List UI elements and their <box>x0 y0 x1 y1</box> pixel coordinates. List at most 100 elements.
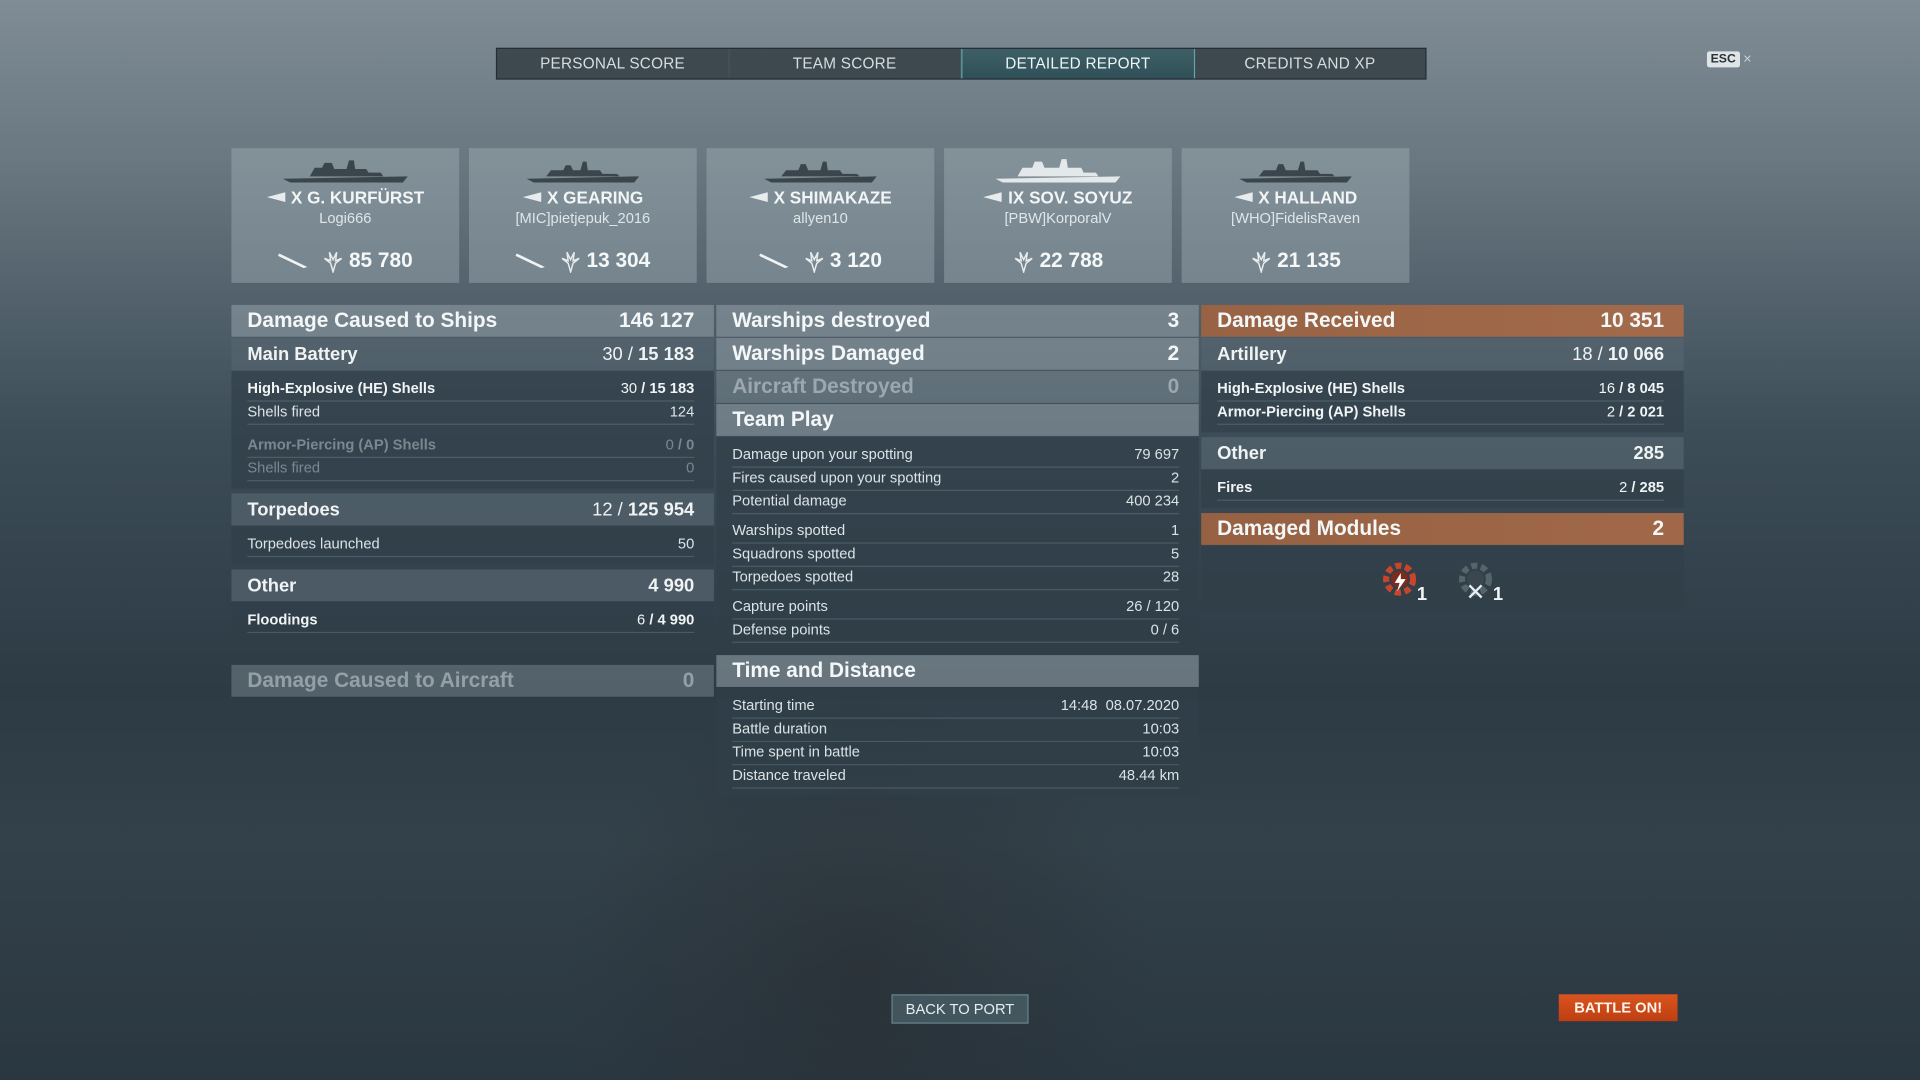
ap-shells-label: Armor-Piercing (AP) Shells <box>247 435 436 454</box>
received-he-hits: 16 <box>1598 379 1616 397</box>
back-to-port-button[interactable]: BACK TO PORT <box>891 994 1029 1024</box>
fires-label: Fires <box>1217 478 1253 496</box>
battleship-silhouette-icon <box>282 160 408 183</box>
torpedo-icon <box>758 253 789 269</box>
tab-credits-and-xp[interactable]: CREDITS AND XP <box>1194 49 1425 78</box>
tab-personal-score[interactable]: PERSONAL SCORE <box>497 48 730 79</box>
damaged-modules-body: 1 1 <box>1201 546 1684 613</box>
received-other-body: Fires 2 / 285 <box>1201 470 1684 509</box>
player-card[interactable]: X SHIMAKAZE allyen10 3 120 <box>706 148 935 283</box>
received-ap-row: Armor-Piercing (AP) Shells 2 / 2 021 <box>1217 402 1665 425</box>
main-battery-hits: 30 <box>602 343 623 365</box>
warships-destroyed-value: 3 <box>1167 308 1180 332</box>
screen: PERSONAL SCORE TEAM SCORE DETAILED REPOR… <box>0 0 1920 1080</box>
tab-team-score[interactable]: TEAM SCORE <box>729 48 962 79</box>
damage-value: 21 135 <box>1277 248 1341 272</box>
he-shells-row: High-Explosive (HE) Shells 30 / 15 183 <box>247 378 695 402</box>
torpedo-icon <box>277 253 308 269</box>
damaged-module-item: 1 <box>1378 558 1427 605</box>
list-item: Battle duration 10:03 <box>732 719 1180 743</box>
player-card[interactable]: X GEARING [MIC]pietjepuk_2016 13 304 <box>468 148 697 283</box>
list-item: Distance traveled 48.44 km <box>732 765 1180 789</box>
battle-on-button[interactable]: BATTLE ON! <box>1558 994 1678 1022</box>
list-item: Warships spotted 1 <box>732 520 1180 544</box>
torpedoes-body: Torpedoes launched 50 <box>231 526 714 565</box>
list-item: Torpedoes spotted 28 <box>732 567 1180 591</box>
damage-burst-icon <box>1014 251 1033 273</box>
row-label: Potential damage <box>732 492 847 510</box>
damage-received-panel: Damage Received 10 351 Artillery 18 / 10… <box>1201 304 1684 617</box>
damage-caused-aircraft-header: Damage Caused to Aircraft 0 <box>231 664 714 697</box>
list-item: Potential damage 400 234 <box>732 491 1180 515</box>
row-value: 48.44 km <box>1118 766 1180 784</box>
main-battery-value: 15 183 <box>638 343 695 365</box>
row-label: Starting time <box>732 696 815 714</box>
he-shells-value: 15 183 <box>649 379 695 397</box>
esc-key-badge: ESC <box>1706 50 1740 67</box>
battleship-class-icon <box>266 192 285 203</box>
received-ap-hits: 2 <box>1606 402 1616 421</box>
torpedoes-label: Torpedoes <box>247 498 340 520</box>
destroyer-class-icon <box>749 192 768 203</box>
row-label: Distance traveled <box>732 766 846 784</box>
player-name: [WHO]FidelisRaven <box>1230 209 1361 227</box>
row-label: Capture points <box>732 597 828 615</box>
list-item: Fires caused upon your spotting 2 <box>732 468 1180 492</box>
he-shells-fired-label: Shells fired <box>247 402 321 421</box>
player-name: [PBW]KorporalV <box>1004 209 1112 227</box>
artillery-hits: 18 <box>1572 343 1593 365</box>
tab-detailed-report[interactable]: DETAILED REPORT <box>961 48 1195 79</box>
other-body: Floodings 6 / 4 990 <box>231 602 714 641</box>
warships-destroyed-header: Warships destroyed 3 <box>716 304 1199 337</box>
aircraft-destroyed-value: 0 <box>1167 374 1180 398</box>
row-label: Damage upon your spotting <box>732 445 913 463</box>
other-header: Other 4 990 <box>231 569 714 602</box>
ship-name: X HALLAND <box>1258 187 1358 207</box>
row-label: Time spent in battle <box>732 743 860 761</box>
received-other-value: 285 <box>1633 442 1665 464</box>
torpedoes-launched-value: 50 <box>677 535 695 553</box>
received-ap-label: Armor-Piercing (AP) Shells <box>1217 402 1406 421</box>
floodings-row: Floodings 6 / 4 990 <box>247 610 695 634</box>
destroyer-silhouette-icon <box>526 161 640 183</box>
aircraft-destroyed-label: Aircraft Destroyed <box>732 374 914 398</box>
floodings-value: 4 990 <box>657 611 695 629</box>
damage-caused-aircraft-label: Damage Caused to Aircraft <box>247 668 514 692</box>
ship-name: X GEARING <box>546 187 644 207</box>
damage-burst-icon <box>561 251 580 273</box>
close-button[interactable]: ESC × <box>1706 50 1752 67</box>
ship-name: IX SOV. SOYUZ <box>1008 187 1133 207</box>
team-play-header: Team Play <box>716 404 1199 436</box>
he-shells-label: High-Explosive (HE) Shells <box>247 379 436 397</box>
row-value: 14:48 08.07.2020 <box>1060 696 1180 714</box>
row-label: Fires caused upon your spotting <box>732 468 942 487</box>
row-value: 1 <box>1170 521 1180 539</box>
list-item: Squadrons spotted 5 <box>732 544 1180 567</box>
player-card[interactable]: X G. KURFÜRST Logi666 85 780 <box>231 148 460 283</box>
main-battery-header: Main Battery 30 / 15 183 <box>231 337 714 370</box>
combat-summary-panel: Warships destroyed 3 Warships Damaged 2 … <box>716 304 1199 801</box>
torpedoes-launched-row: Torpedoes launched 50 <box>247 534 695 558</box>
player-card[interactable]: X HALLAND [WHO]FidelisRaven 21 135 <box>1181 148 1410 283</box>
close-icon[interactable]: × <box>1743 50 1752 67</box>
damage-value: 3 120 <box>829 248 882 272</box>
he-shells-fired-row: Shells fired 124 <box>247 402 695 425</box>
damage-caused-aircraft-value: 0 <box>682 668 695 692</box>
time-distance-body: Starting time 14:48 08.07.2020 Battle dur… <box>716 688 1199 796</box>
battleship-class-icon <box>983 192 1002 203</box>
list-item: Damage upon your spotting 79 697 <box>732 444 1180 468</box>
player-card[interactable]: IX SOV. SOYUZ [PBW]KorporalV 22 788 <box>944 148 1172 283</box>
floodings-label: Floodings <box>247 611 318 629</box>
artillery-value: 10 066 <box>1607 343 1665 365</box>
damage-caused-total: 146 127 <box>619 308 695 332</box>
row-value: 79 697 <box>1134 445 1180 463</box>
steering-gear-icon <box>1458 562 1492 599</box>
ap-shells-hits: 0 <box>665 435 674 454</box>
row-value: 10:03 <box>1142 720 1180 738</box>
time-distance-title: Time and Distance <box>732 658 916 683</box>
damage-burst-icon <box>804 251 823 273</box>
damage-caused-title: Damage Caused to Ships <box>247 308 498 332</box>
warships-damaged-label: Warships Damaged <box>732 341 925 365</box>
row-value: 0 / 6 <box>1150 620 1180 638</box>
damaged-module-item: 1 <box>1454 558 1503 605</box>
